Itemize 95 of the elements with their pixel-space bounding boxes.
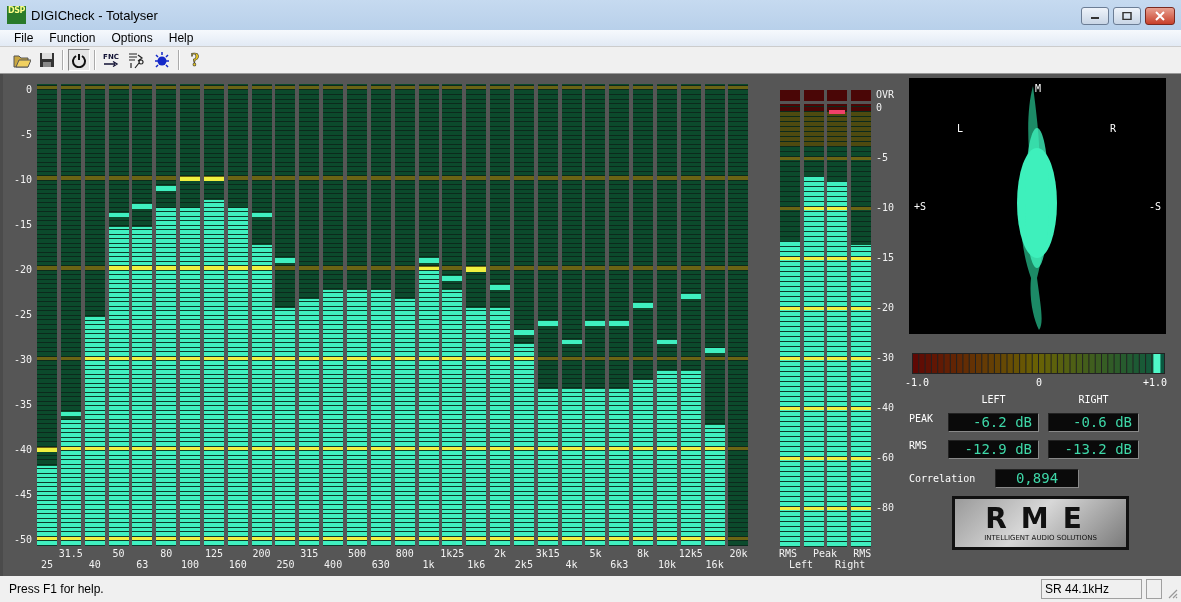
menu-item[interactable]: Help: [160, 31, 202, 45]
level-readout: -13.2 dB: [1048, 440, 1139, 459]
scale-label: OVR: [876, 88, 895, 102]
scale-label: -20: [876, 301, 895, 315]
frequency-label: 400: [323, 559, 344, 571]
correlation-label: Correlation: [908, 473, 977, 484]
scale-label: -15: [876, 251, 895, 265]
level-readout: -0.6 dB: [1048, 413, 1139, 432]
frequency-label: 200: [251, 548, 272, 560]
frequency-label: 25: [39, 559, 54, 571]
level-readout: -6.2 dB: [948, 413, 1039, 432]
app-icon: DSP: [7, 6, 26, 24]
scope-label: L: [957, 123, 963, 134]
scale-label: -25: [13, 308, 32, 322]
scale-label: -5: [876, 151, 889, 165]
minimize-button[interactable]: [1081, 7, 1109, 25]
frequency-label: 250: [275, 559, 296, 571]
frequency-label: 20k: [728, 548, 749, 560]
menu-item[interactable]: File: [6, 31, 42, 45]
frequency-label: 160: [227, 559, 248, 571]
frequency-label: 5k: [588, 548, 603, 560]
frequency-label: 16k: [704, 559, 725, 571]
frequency-label: 1k25: [439, 548, 466, 560]
scope-label: +S: [914, 201, 927, 212]
meter-label: RMS: [853, 548, 872, 559]
menu-item[interactable]: Function: [41, 31, 104, 45]
close-button[interactable]: [1145, 7, 1175, 25]
frequency-label: 2k5: [513, 559, 534, 571]
frequency-label: 63: [135, 559, 150, 571]
axis-tick-label: +1.0: [1142, 377, 1167, 388]
frequency-label: 40: [87, 559, 102, 571]
status-message: Press F1 for help.: [9, 582, 104, 596]
overload-indicator: [803, 90, 824, 101]
scale-label: -10: [876, 201, 895, 215]
frequency-label: 3k15: [534, 548, 561, 560]
axis-tick-label: 0: [1036, 377, 1042, 388]
power-button[interactable]: [68, 49, 90, 71]
scale-label: -50: [13, 533, 32, 547]
frequency-label: 500: [346, 548, 367, 560]
frequency-label: 315: [299, 548, 320, 560]
scope-label: -S: [1148, 201, 1161, 212]
frequency-label: 1k: [421, 559, 436, 571]
resize-grip-icon[interactable]: [1166, 587, 1178, 599]
row-label: RMS: [908, 440, 929, 451]
frequency-label: 12k5: [677, 548, 704, 560]
meter-label: Peak: [813, 548, 838, 559]
frequency-label: 10k: [656, 559, 677, 571]
overload-indicator: [850, 90, 871, 101]
scale-label: -45: [13, 488, 32, 502]
frequency-label: 6k3: [609, 559, 630, 571]
frequency-label: 2k: [493, 548, 508, 560]
status-pane: [1146, 579, 1162, 599]
frequency-label: 800: [394, 548, 415, 560]
menu-item[interactable]: Options: [103, 31, 161, 45]
scale-label: -80: [876, 501, 895, 515]
window-title: DIGICheck - Totalyser: [31, 7, 158, 23]
overload-indicator: [827, 90, 847, 101]
scale-label: -35: [13, 398, 32, 412]
sample-rate-pane: SR 44.1kHz: [1041, 579, 1142, 599]
column-header: LEFT: [980, 394, 1007, 405]
frequency-label: 8k: [636, 548, 651, 560]
frequency-label: 125: [203, 548, 224, 560]
scale-label: -60: [876, 451, 895, 465]
scale-label: -10: [13, 173, 32, 187]
close-icon: [1154, 11, 1166, 21]
row-label: PEAK: [908, 413, 935, 424]
scope-label: M: [1035, 83, 1041, 94]
frequency-label: 31.5: [57, 548, 84, 560]
scale-label: -5: [19, 128, 32, 142]
axis-tick-label: -1.0: [905, 377, 930, 388]
frequency-label: 630: [370, 559, 391, 571]
maximize-icon: [1122, 12, 1132, 20]
scale-label: 0: [876, 101, 883, 115]
channel-label: Right: [835, 559, 866, 570]
frequency-label: 100: [180, 559, 201, 571]
meter-label: RMS: [779, 548, 798, 559]
arrow-icon: [103, 61, 119, 67]
frequency-label: 80: [159, 548, 174, 560]
column-header: RIGHT: [1077, 394, 1110, 405]
scale-label: 0: [25, 83, 32, 97]
frequency-label: 50: [111, 548, 126, 560]
maximize-button[interactable]: [1113, 7, 1141, 25]
frequency-label: 1k6: [466, 559, 487, 571]
scale-label: -40: [876, 401, 895, 415]
scale-label: -40: [13, 443, 32, 457]
channel-label: Left: [789, 559, 814, 570]
scale-label: -20: [13, 263, 32, 277]
scale-label: -15: [13, 218, 32, 232]
level-readout: -12.9 dB: [948, 440, 1039, 459]
scope-label: R: [1110, 123, 1116, 134]
frequency-label: 4k: [564, 559, 579, 571]
scale-label: -30: [13, 353, 32, 367]
correlation-readout: 0,894: [995, 469, 1079, 488]
scale-label: -30: [876, 351, 895, 365]
overload-indicator: [780, 90, 800, 101]
